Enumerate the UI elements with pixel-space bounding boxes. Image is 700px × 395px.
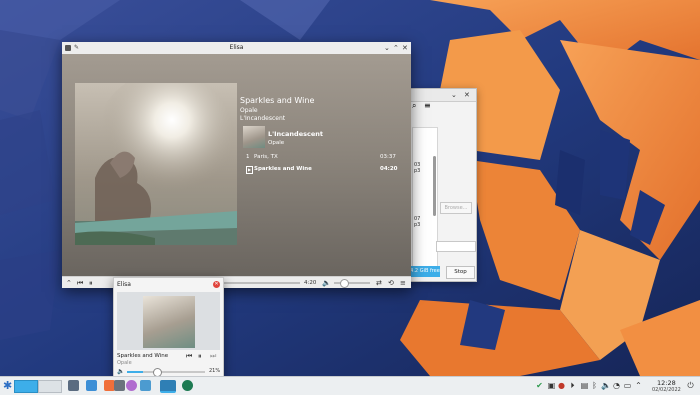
- background-window[interactable]: ⌄ ✕ ⌕ ≡ 03 p3 07 p3 Browse... 4.2 GiB fr…: [405, 88, 477, 282]
- popup-volume-fill: [127, 371, 144, 373]
- volume-icon[interactable]: 🔈: [117, 368, 124, 375]
- volume-icon[interactable]: 🔈: [322, 277, 331, 288]
- close-icon[interactable]: ✕: [464, 89, 470, 101]
- album-thumbnail[interactable]: [243, 126, 265, 148]
- chevron-up-icon[interactable]: ⌃: [66, 277, 72, 288]
- shuffle-icon[interactable]: ⇄: [376, 277, 382, 288]
- previous-track-icon[interactable]: ⏮: [186, 352, 192, 361]
- album-card-title[interactable]: L'Incandescent: [268, 130, 323, 138]
- scrollbar[interactable]: [433, 156, 436, 216]
- popup-track-title: Sparkles and Wine: [117, 353, 169, 359]
- application-launcher-icon[interactable]: ✱: [3, 379, 12, 392]
- power-icon[interactable]: ⏻: [686, 381, 695, 390]
- bluetooth-icon[interactable]: ᛒ: [590, 381, 599, 390]
- taskbar-media-popup[interactable]: Elisa ✕ Sparkles and Wine Opale ⏮ ⏸ ⏭ 🔈 …: [113, 277, 224, 379]
- track-duration: 03:37: [380, 154, 396, 160]
- elisa-window[interactable]: ✎ Elisa ⌄ ⌃ ✕ Sparkles and Wine Opale L'…: [62, 42, 411, 288]
- popup-preview[interactable]: [117, 292, 220, 350]
- volume-handle[interactable]: [340, 279, 349, 288]
- pause-icon[interactable]: ⏸: [89, 277, 93, 288]
- terminal-icon[interactable]: [114, 380, 125, 391]
- track-row[interactable]: 1 Paris, TX 03:37: [246, 154, 396, 163]
- next-track-icon[interactable]: ⏭: [210, 352, 216, 361]
- back-window-list: 03 p3 07 p3: [412, 127, 438, 269]
- minimize-icon[interactable]: ⌄: [384, 42, 390, 54]
- expand-tray-icon[interactable]: ⌃: [634, 381, 643, 390]
- progress-track[interactable]: [222, 282, 300, 284]
- battery-icon[interactable]: ▭: [623, 381, 632, 390]
- file-manager-icon[interactable]: [86, 380, 97, 391]
- search-icon[interactable]: ⌕: [412, 101, 416, 111]
- desktop-pager-1[interactable]: [14, 380, 38, 393]
- clock-time[interactable]: 12:28: [657, 379, 676, 387]
- list-fragment: p3: [414, 222, 421, 228]
- now-playing-view: Sparkles and Wine Opale L'Incandescent L…: [62, 54, 411, 276]
- hamburger-menu-icon[interactable]: ≡: [400, 277, 406, 288]
- free-space-indicator: 4.2 GiB free: [410, 266, 440, 277]
- close-icon[interactable]: ✕: [213, 281, 220, 288]
- disc-burner-icon[interactable]: [140, 380, 151, 391]
- track-row-playing[interactable]: ▶ Sparkles and Wine 04:20: [246, 166, 398, 175]
- now-playing-artist[interactable]: Opale: [240, 107, 258, 114]
- record-icon[interactable]: ●: [557, 381, 566, 390]
- close-icon[interactable]: ✕: [402, 42, 408, 54]
- update-notifier-icon[interactable]: ✔: [535, 381, 544, 390]
- network-icon[interactable]: ◔: [612, 381, 621, 390]
- volume-tray-icon[interactable]: 🔈: [601, 381, 611, 390]
- track-title: Sparkles and Wine: [254, 166, 312, 172]
- stop-button[interactable]: Stop: [446, 266, 475, 279]
- current-time: 4:20: [304, 280, 317, 286]
- system-settings-icon[interactable]: [68, 380, 79, 391]
- elisa-taskbar-icon[interactable]: [160, 380, 176, 393]
- maximize-icon[interactable]: ⌃: [393, 42, 399, 54]
- album-card-artist[interactable]: Opale: [268, 140, 284, 146]
- repeat-icon[interactable]: ⟲: [388, 277, 394, 288]
- now-playing-title: Sparkles and Wine: [240, 96, 315, 105]
- desktop-pager-2[interactable]: [38, 380, 62, 393]
- browser-icon[interactable]: [182, 380, 193, 391]
- album-cover: [75, 83, 237, 245]
- now-playing-album[interactable]: L'Incandescent: [240, 115, 285, 122]
- taskbar: ✱ ✔ ▣ ● ⏵ ▤ ᛒ 🔈 ◔ ▭ ⌃ 12:28 02/02/2022 ⏻: [0, 376, 700, 395]
- clipboard-icon[interactable]: ▤: [580, 381, 589, 390]
- minimize-icon[interactable]: ⌄: [451, 89, 457, 101]
- disk-icon[interactable]: ▣: [547, 381, 556, 390]
- previous-track-icon[interactable]: ⏮: [77, 277, 83, 288]
- track-title: Paris, TX: [254, 154, 278, 160]
- clock-date[interactable]: 02/02/2022: [652, 387, 681, 393]
- popup-preview-artwork: [143, 296, 195, 348]
- hamburger-menu-icon[interactable]: ≡: [424, 101, 431, 110]
- window-title: Elisa: [229, 44, 244, 51]
- media-player-icon[interactable]: [126, 380, 137, 391]
- popup-volume-track[interactable]: [127, 371, 205, 373]
- track-duration: 04:20: [380, 166, 398, 172]
- list-fragment: p3: [414, 168, 421, 174]
- popup-track-artist: Opale: [117, 360, 132, 366]
- track-number: 1: [246, 154, 250, 160]
- play-indicator-icon: ▶: [246, 166, 253, 174]
- popup-title: Elisa: [117, 281, 131, 288]
- media-control-icon[interactable]: ⏵: [568, 381, 577, 390]
- browse-button[interactable]: Browse...: [440, 202, 472, 214]
- path-input[interactable]: [436, 241, 476, 252]
- popup-volume-percent: 21%: [209, 368, 221, 374]
- pause-icon[interactable]: ⏸: [198, 352, 202, 361]
